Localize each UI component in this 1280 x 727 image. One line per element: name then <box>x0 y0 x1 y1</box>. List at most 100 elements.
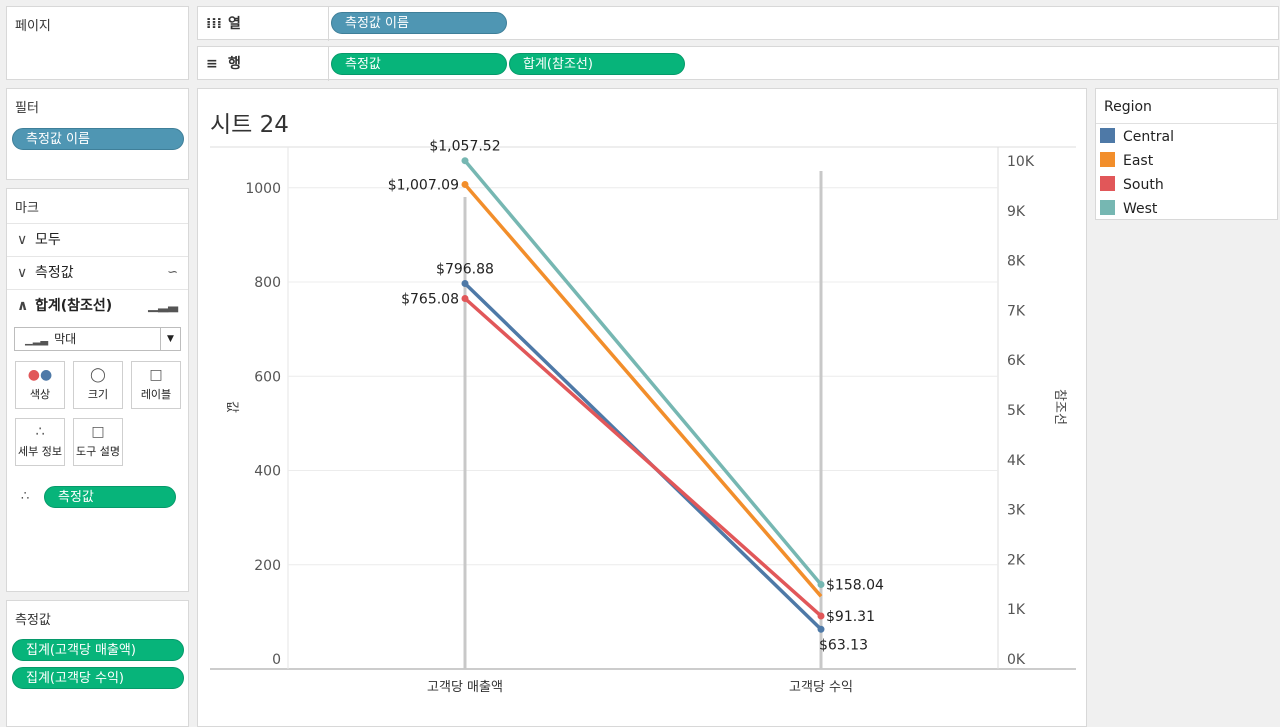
legend-divider <box>1096 123 1277 124</box>
filters-panel-title: 필터 <box>15 101 39 116</box>
data-point-west <box>461 157 469 165</box>
data-label: $1,007.09 <box>388 177 459 193</box>
color-button[interactable]: ●● 색상 <box>15 361 65 409</box>
data-point-east <box>461 180 469 188</box>
color-icon: ●● <box>27 367 53 383</box>
tooltip-button[interactable]: □ 도구 설명 <box>73 418 123 466</box>
y-tick-label: 600 <box>254 369 281 385</box>
chevron-down-icon: ∨ <box>17 265 28 281</box>
y2-tick-label: 6K <box>1007 353 1026 369</box>
columns-shelf[interactable]: ⁞⁞⁞ 열 측정값 이름 <box>197 6 1279 41</box>
columns-pill-measure-names[interactable]: 측정값 이름 <box>331 12 507 34</box>
color-button-label: 색상 <box>29 388 51 401</box>
y2-tick-label: 0K <box>1007 652 1026 668</box>
series-line-west <box>463 159 823 586</box>
y2-tick-label: 4K <box>1007 453 1026 469</box>
measure-values-panel-title: 측정값 <box>15 613 51 628</box>
label-button-label: 레이블 <box>140 388 172 401</box>
y2-axis-title: 참조선 <box>1052 389 1067 425</box>
marks-section-label: 측정값 <box>35 265 74 281</box>
size-button-label: 크기 <box>87 388 109 401</box>
y2-tick-label: 5K <box>1007 403 1026 419</box>
legend-item-label: West <box>1123 201 1158 217</box>
size-icon: ◯ <box>90 367 106 383</box>
color-swatch <box>1100 128 1115 143</box>
y2-tick-label: 3K <box>1007 503 1026 519</box>
marks-section-all[interactable]: ∨ 모두 <box>7 223 188 255</box>
detail-icon: ∴ <box>21 489 30 504</box>
data-point-central <box>817 625 825 633</box>
marks-panel: 마크 ∨ 모두 ∨ 측정값 ∽ ∧ 합계(참조선) ▁▂▃ ▁▂▃ 막대 ▼ ●● 색상… <box>6 188 189 592</box>
marks-section-label: 합계(참조선) <box>35 298 113 314</box>
marks-section-label: 모두 <box>35 232 61 248</box>
y-tick-label: 1000 <box>245 181 281 197</box>
y2-tick-label: 9K <box>1007 204 1026 220</box>
data-label: $63.13 <box>819 637 868 653</box>
rows-pill-measure-values[interactable]: 측정값 <box>331 53 507 75</box>
columns-icon: ⁞⁞⁞ <box>206 16 222 32</box>
shelf-divider <box>328 47 329 81</box>
chevron-down-icon: ∨ <box>17 232 28 248</box>
chart[interactable]: 0 200 400 600 800 1000 0K 1K 2K 3K 4K 5K 6K 7K 8K 9K 10K… <box>198 89 1086 726</box>
bar-icon: ▁▂▃ <box>148 298 178 313</box>
rows-shelf[interactable]: ≡ 행 측정값 합계(참조선) <box>197 46 1279 81</box>
pages-panel-title: 페이지 <box>15 19 51 34</box>
legend-item-label: East <box>1123 153 1154 169</box>
y2-tick-label: 10K <box>1007 154 1035 170</box>
legend-title: Region <box>1104 99 1152 115</box>
y2-tick-label: 8K <box>1007 254 1026 270</box>
chevron-down-icon[interactable]: ▼ <box>160 328 180 350</box>
data-label: $158.04 <box>826 578 884 594</box>
rows-pill-sum-reference[interactable]: 합계(참조선) <box>509 53 685 75</box>
marks-detail-pill-measure-values[interactable]: 측정값 <box>44 486 176 508</box>
legend-item-central[interactable]: Central <box>1100 127 1174 147</box>
tooltip-button-label: 도구 설명 <box>76 445 120 458</box>
size-button[interactable]: ◯ 크기 <box>73 361 123 409</box>
tooltip-icon: □ <box>91 424 105 440</box>
legend-item-label: South <box>1123 177 1164 193</box>
region-legend: Region Central East South West <box>1095 88 1278 220</box>
series-line-south <box>463 297 823 618</box>
color-swatch <box>1100 176 1115 191</box>
data-label: $796.88 <box>436 262 494 278</box>
filter-pill-measure-names[interactable]: 측정값 이름 <box>12 128 184 150</box>
filters-panel: 필터 측정값 이름 <box>6 88 189 180</box>
x-tick-label: 고객당 수익 <box>789 680 853 695</box>
data-label: $1,057.52 <box>429 139 500 155</box>
y-tick-label: 0 <box>272 652 281 668</box>
pages-panel: 페이지 <box>6 6 189 80</box>
measure-values-panel: 측정값 집계(고객당 매출액) 집계(고객당 수익) <box>6 600 189 727</box>
detail-button-label: 세부 정보 <box>18 445 62 458</box>
legend-item-west[interactable]: West <box>1100 199 1157 219</box>
data-point-south <box>461 294 469 302</box>
data-label: $91.31 <box>826 609 875 625</box>
series-line-east <box>463 183 823 598</box>
color-swatch <box>1100 152 1115 167</box>
y-tick-label: 200 <box>254 558 281 574</box>
legend-item-south[interactable]: South <box>1100 175 1164 195</box>
measure-pill-sales-per-customer[interactable]: 집계(고객당 매출액) <box>12 639 184 661</box>
rows-icon: ≡ <box>206 56 218 72</box>
mark-type-dropdown[interactable]: ▁▂▃ 막대 ▼ <box>14 327 181 351</box>
legend-item-east[interactable]: East <box>1100 151 1153 171</box>
data-point-west <box>817 581 825 589</box>
y2-tick-label: 7K <box>1007 303 1026 319</box>
rows-shelf-label: 행 <box>228 56 241 72</box>
y-tick-label: 400 <box>254 464 281 480</box>
x-tick-label: 고객당 매출액 <box>427 680 503 695</box>
y2-tick-label: 2K <box>1007 552 1026 568</box>
y-tick-label: 800 <box>254 275 281 291</box>
marks-section-sum-reference[interactable]: ∧ 합계(참조선) ▁▂▃ <box>7 289 188 321</box>
data-label: $765.08 <box>401 291 459 307</box>
sheet-view: 시트 24 0 200 400 600 800 1000 0K 1K 2K 3K 4K 5K 6K 7K 8… <box>197 88 1087 727</box>
bar-icon: ▁▂▃ <box>25 335 49 346</box>
legend-item-label: Central <box>1123 129 1174 145</box>
chevron-up-icon: ∧ <box>17 298 29 314</box>
shelf-divider <box>328 7 329 41</box>
label-icon: □ <box>149 367 163 383</box>
label-button[interactable]: □ 레이블 <box>131 361 181 409</box>
marks-section-measure-values[interactable]: ∨ 측정값 ∽ <box>7 256 188 288</box>
detail-button[interactable]: ∴ 세부 정보 <box>15 418 65 466</box>
measure-pill-profit-per-customer[interactable]: 집계(고객당 수익) <box>12 667 184 689</box>
detail-icon: ∴ <box>35 424 45 440</box>
